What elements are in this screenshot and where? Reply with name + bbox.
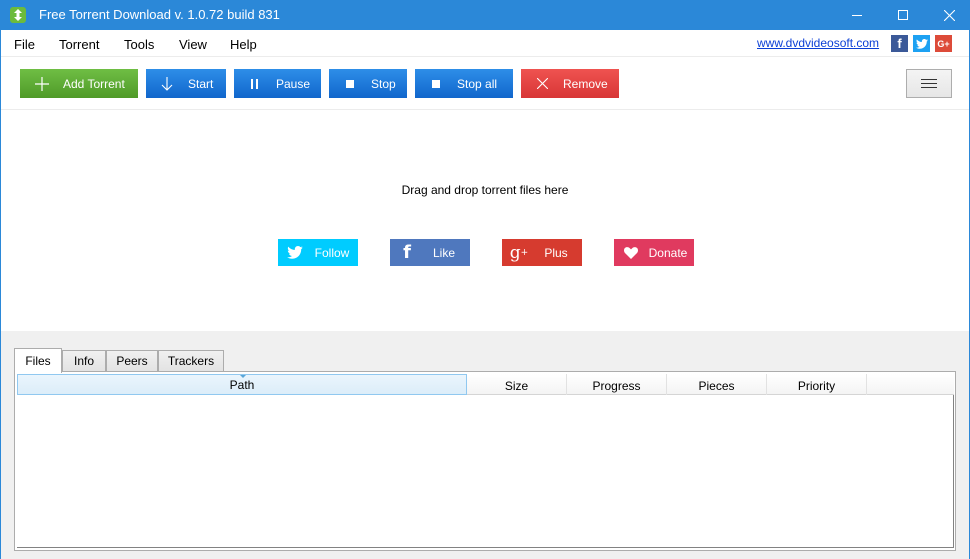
column-header-path[interactable]: Path <box>17 374 467 395</box>
files-list[interactable]: Path Size Progress Pieces Priority <box>17 374 954 548</box>
menu-tools[interactable]: Tools <box>124 37 154 52</box>
hamburger-icon-line <box>921 83 937 84</box>
pause-icon <box>248 77 262 91</box>
menu-torrent[interactable]: Torrent <box>59 37 99 52</box>
column-priority-label: Priority <box>797 379 836 393</box>
menu-help[interactable]: Help <box>230 37 257 52</box>
hamburger-icon-line <box>921 79 937 80</box>
files-tab-content: Path Size Progress Pieces Priority <box>14 371 956 551</box>
like-label: Like <box>432 245 455 260</box>
remove-label: Remove <box>563 76 608 91</box>
files-list-header: Path Size Progress Pieces Priority <box>17 374 954 395</box>
donate-button[interactable]: Donate <box>614 239 694 266</box>
window-title: Free Torrent Download v. 1.0.72 build 83… <box>39 7 280 22</box>
start-label: Start <box>188 76 214 91</box>
tab-info[interactable]: Info <box>62 350 106 371</box>
website-link[interactable]: www.dvdvideosoft.com <box>757 36 879 50</box>
pause-button[interactable]: Pause <box>234 69 321 98</box>
column-header-pieces[interactable]: Pieces <box>667 374 767 395</box>
google-plus-icon[interactable]: G+ <box>935 35 952 52</box>
column-pieces-label: Pieces <box>698 379 735 393</box>
stop-button[interactable]: Stop <box>329 69 407 98</box>
column-progress-label: Progress <box>592 379 641 393</box>
app-logo-icon <box>10 7 26 23</box>
menu-file[interactable]: File <box>14 37 35 52</box>
details-panel: Files Info Peers Trackers Path Size Prog… <box>1 331 969 559</box>
menu-view[interactable]: View <box>179 37 207 52</box>
stop-all-button[interactable]: Stop all <box>415 69 513 98</box>
google-plus-icon: g + <box>509 242 529 263</box>
follow-label: Follow <box>314 245 350 260</box>
column-path-label: Path <box>229 378 255 392</box>
drop-zone-text: Drag and drop torrent files here <box>401 183 569 197</box>
remove-button[interactable]: Remove <box>521 69 619 98</box>
pause-label: Pause <box>276 76 311 91</box>
drop-zone[interactable]: Drag and drop torrent files here Follow … <box>1 110 969 331</box>
column-header-filler <box>867 374 954 395</box>
column-header-priority[interactable]: Priority <box>767 374 867 395</box>
start-button[interactable]: Start <box>146 69 226 98</box>
facebook-icon: f <box>403 242 411 263</box>
column-size-label: Size <box>504 379 529 393</box>
add-torrent-button[interactable]: Add Torrent <box>20 69 138 98</box>
maximize-button[interactable] <box>880 0 926 30</box>
tab-files[interactable]: Files <box>14 348 62 373</box>
plus-label: Plus <box>544 245 568 260</box>
twitter-follow-button[interactable]: Follow <box>278 239 358 266</box>
twitter-icon <box>278 246 312 259</box>
tab-peers[interactable]: Peers <box>106 350 158 371</box>
add-torrent-label: Add Torrent <box>63 76 125 91</box>
hamburger-menu-button[interactable] <box>906 69 952 98</box>
close-button[interactable] <box>926 0 970 30</box>
minimize-icon <box>852 15 862 16</box>
donate-label: Donate <box>648 245 688 260</box>
minimize-button[interactable] <box>834 0 880 30</box>
column-header-progress[interactable]: Progress <box>567 374 667 395</box>
toolbar: Add Torrent Start Pause Stop Stop all Re… <box>1 57 969 110</box>
google-plus-button[interactable]: g + Plus <box>502 239 582 266</box>
sort-ascending-icon <box>240 375 246 378</box>
stop-all-icon <box>429 77 443 91</box>
facebook-like-button[interactable]: f Like <box>390 239 470 266</box>
stop-all-label: Stop all <box>457 76 498 91</box>
maximize-icon <box>898 10 908 20</box>
column-header-size[interactable]: Size <box>467 374 567 395</box>
app-window: Free Torrent Download v. 1.0.72 build 83… <box>0 0 970 559</box>
plus-icon <box>35 76 49 91</box>
twitter-icon[interactable] <box>913 35 930 52</box>
arrow-down-icon <box>160 76 174 91</box>
heart-icon <box>614 246 648 259</box>
title-bar: Free Torrent Download v. 1.0.72 build 83… <box>0 0 970 30</box>
tab-trackers[interactable]: Trackers <box>158 350 224 371</box>
facebook-icon[interactable]: f <box>891 35 908 52</box>
stop-icon <box>343 77 357 91</box>
close-icon <box>943 9 955 21</box>
hamburger-icon-line <box>921 87 937 88</box>
stop-label: Stop <box>371 76 396 91</box>
menu-bar: File Torrent Tools View Help www.dvdvide… <box>1 30 969 57</box>
x-icon <box>535 77 549 91</box>
